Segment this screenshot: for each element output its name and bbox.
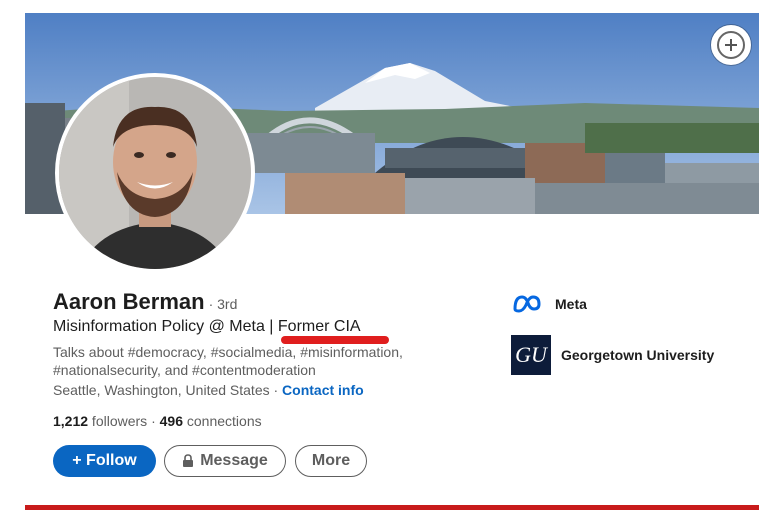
stats-separator: · [147,413,160,429]
followers-label: followers [88,413,148,429]
profile-name: Aaron Berman [53,289,205,314]
message-button[interactable]: Message [164,445,286,477]
contact-info-link[interactable]: Contact info [282,382,364,398]
profile-topics: Talks about #democracy, #socialmedia, #m… [53,344,403,378]
add-banner-photo-button[interactable] [711,25,751,65]
connections-label: connections [183,413,262,429]
lock-icon [182,454,194,468]
georgetown-logo-icon: GU [511,335,551,375]
bottom-accent-bar [25,505,759,510]
name-row: Aaron Berman · 3rd [53,289,237,315]
more-button[interactable]: More [295,445,367,477]
avatar-photo [59,77,251,269]
profile-headline: Misinformation Policy @ Meta | Former CI… [53,318,361,335]
follow-button[interactable]: + Follow [53,445,156,477]
add-photo-icon [717,31,745,59]
org-georgetown[interactable]: GU Georgetown University [511,335,714,375]
org-meta-name: Meta [555,296,587,312]
profile-location-row: Seattle, Washington, United States · Con… [53,382,364,398]
org-meta[interactable]: Meta [511,293,587,315]
message-label: Message [200,452,268,469]
more-label: More [311,452,351,469]
connection-degree: · 3rd [208,296,238,312]
profile-stats: 1,212 followers · 496 connections [53,413,262,429]
profile-location: Seattle, Washington, United States · [53,382,283,398]
connections-count[interactable]: 496 [160,413,183,429]
profile-card: Aaron Berman · 3rd Misinformation Policy… [25,13,759,510]
follow-label: + Follow [72,452,137,469]
org-georgetown-name: Georgetown University [561,347,715,363]
meta-logo-icon [511,293,545,315]
profile-avatar[interactable] [55,73,255,273]
followers-count[interactable]: 1,212 [53,413,88,429]
